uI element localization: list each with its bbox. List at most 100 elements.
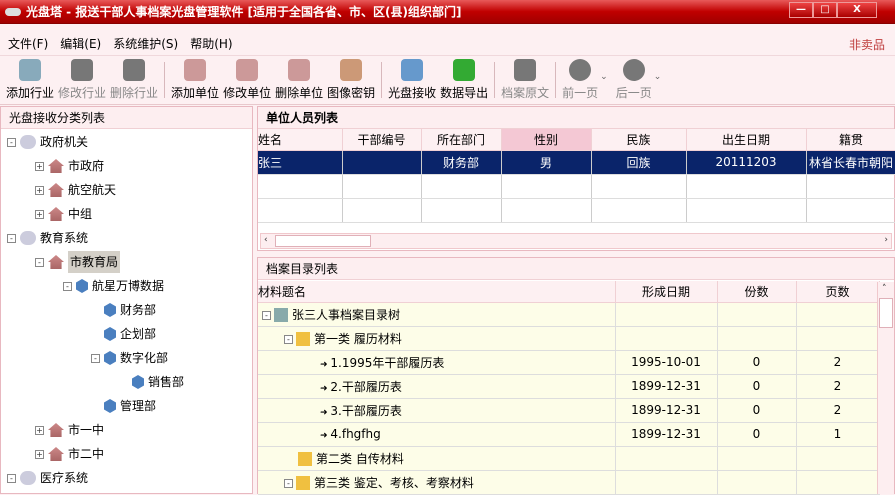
toolbar-separator <box>381 62 383 98</box>
archive-row[interactable]: - 第三类 鉴定、考核、考察材料 <box>258 470 880 495</box>
scroll-thumb[interactable] <box>879 298 893 328</box>
tree-node[interactable]: 销售部 <box>119 371 184 393</box>
menu-file[interactable]: 文件(F) <box>8 35 48 52</box>
column-header[interactable]: 性别 <box>501 129 592 151</box>
toolbar-button-7[interactable]: 图像密钥 <box>327 59 375 104</box>
toolbar-button-1[interactable]: 修改行业 <box>58 59 106 104</box>
dropdown-chevron-icon[interactable]: ⌄ <box>654 72 662 82</box>
column-header[interactable]: 姓名 <box>258 129 343 151</box>
archive-row[interactable]: ➜ 2.干部履历表 1899-12-31 0 2 <box>258 374 880 399</box>
archive-row[interactable]: ➜ 1.1995年干部履历表 1995-10-01 0 2 <box>258 350 880 375</box>
archive-name: 2.干部履历表 <box>330 379 402 394</box>
tree-node[interactable]: - 医疗系统 <box>7 467 88 489</box>
scroll-thumb[interactable] <box>275 235 371 247</box>
horizontal-scrollbar[interactable]: ‹ › <box>260 233 892 249</box>
column-header[interactable]: 干部编号 <box>342 129 422 151</box>
scroll-left-icon[interactable]: ‹ <box>264 235 268 245</box>
tree-node[interactable]: - 航星万博数据 <box>63 275 164 297</box>
close-button[interactable]: X <box>837 2 877 18</box>
collapse-icon[interactable]: - <box>7 137 16 147</box>
tree-node[interactable]: + 市二中 <box>35 443 104 465</box>
menu-help[interactable]: 帮助(H) <box>190 35 232 52</box>
toolbar-button-6[interactable]: 删除单位 <box>275 59 323 104</box>
toolbar-button-4[interactable]: 添加单位 <box>171 59 219 104</box>
folder-icon <box>296 332 310 346</box>
disc-receive-icon <box>401 59 424 81</box>
table-row-empty[interactable] <box>258 174 895 199</box>
table-row-empty[interactable] <box>258 198 895 223</box>
table-cell <box>806 198 895 223</box>
toolbar-separator <box>494 62 496 98</box>
expand-icon[interactable]: + <box>35 449 44 459</box>
table-row[interactable]: 张三 财务部男回族 20111203 林省长春市朝阳 <box>258 150 895 175</box>
collapse-icon[interactable]: - <box>91 353 100 363</box>
dropdown-chevron-icon[interactable]: ⌄ <box>600 72 608 82</box>
toolbar-button-14[interactable]: 前一页 <box>562 59 598 104</box>
tree-node[interactable]: + 中组 <box>35 203 92 225</box>
minimize-button[interactable]: — <box>789 2 813 18</box>
column-header[interactable]: 所在部门 <box>421 129 502 151</box>
archive-name: 第一类 履历材料 <box>314 331 402 346</box>
expand-icon[interactable]: + <box>35 185 44 195</box>
menu-system[interactable]: 系统维护(S) <box>113 35 178 52</box>
edit-unit-icon <box>236 59 259 81</box>
column-header[interactable]: 民族 <box>591 129 687 151</box>
collapse-icon[interactable]: - <box>7 233 16 243</box>
toolbar-button-9[interactable]: 光盘接收 <box>388 59 436 104</box>
toolbar-button-12[interactable]: 档案原文 <box>501 59 549 104</box>
title-bar: 光盘塔 - 报送干部人事档案光盘管理软件 [适用于全国各省、市、区(县)组织部门… <box>0 0 895 24</box>
archive-original-icon <box>514 59 537 81</box>
vertical-scrollbar[interactable]: ˄ <box>877 282 894 494</box>
archive-copies <box>717 326 797 351</box>
menu-edit[interactable]: 编辑(E) <box>60 35 101 52</box>
expand-icon[interactable]: + <box>35 425 44 435</box>
tree-node-label: 市政府 <box>68 159 105 173</box>
collapse-icon[interactable]: - <box>35 257 44 267</box>
add-unit-icon <box>184 59 207 81</box>
toolbar-button-5[interactable]: 修改单位 <box>223 59 271 104</box>
archive-row[interactable]: 第二类 自传材料 <box>258 446 880 471</box>
archive-row[interactable]: ➜ 4.fhgfhg 1899-12-31 0 1 <box>258 422 880 447</box>
expand-icon[interactable]: + <box>35 161 44 171</box>
tree-node-label: 教育系统 <box>40 231 89 245</box>
toolbar-button-0[interactable]: 添加行业 <box>6 59 54 104</box>
table-cell <box>258 174 343 199</box>
tree-node[interactable]: + 市政府 <box>35 155 104 177</box>
cloud-icon <box>20 471 36 485</box>
column-header[interactable]: 页数 <box>796 281 880 303</box>
collapse-icon[interactable]: - <box>262 310 271 320</box>
scroll-right-icon[interactable]: › <box>884 235 888 245</box>
column-header[interactable]: 出生日期 <box>686 129 807 151</box>
personnel-panel: 单位人员列表 姓名 干部编号 所在部门 性别 民族 出生日期 籍贯 张三 财务部男回族 20111… <box>257 106 895 251</box>
archive-pages <box>796 302 880 327</box>
toolbar-button-10[interactable]: 数据导出 <box>440 59 488 104</box>
tree-node[interactable]: - 市教育局 <box>35 251 121 273</box>
tree-node[interactable]: 财务部 <box>91 299 156 321</box>
column-header[interactable]: 籍贯 <box>806 129 895 151</box>
expand-icon[interactable]: + <box>35 209 44 219</box>
scroll-up-icon[interactable]: ˄ <box>882 284 887 294</box>
toolbar-button-2[interactable]: 删除行业 <box>110 59 158 104</box>
column-header[interactable]: 形成日期 <box>615 281 718 303</box>
tree-node-label: 管理部 <box>120 399 157 413</box>
personnel-table: 姓名 干部编号 所在部门 性别 民族 出生日期 籍贯 张三 财务部男回族 20111203 林省长春… <box>258 129 895 223</box>
tree-node[interactable]: - 数字化部 <box>91 347 168 369</box>
column-header[interactable]: 份数 <box>717 281 797 303</box>
collapse-icon[interactable]: - <box>284 478 293 488</box>
collapse-icon[interactable]: - <box>63 281 72 291</box>
tree-node[interactable]: 企划部 <box>91 323 156 345</box>
tree-node[interactable]: + 市一中 <box>35 419 104 441</box>
tree-node[interactable]: 管理部 <box>91 395 156 417</box>
column-header[interactable]: 材料题名 <box>258 281 616 303</box>
tree-node[interactable]: - 政府机关 <box>7 131 88 153</box>
archive-row[interactable]: ➜ 3.干部履历表 1899-12-31 0 2 <box>258 398 880 423</box>
archive-row[interactable]: - 张三人事档案目录树 <box>258 302 880 327</box>
tree-node[interactable]: - 教育系统 <box>7 227 88 249</box>
collapse-icon[interactable]: - <box>7 473 16 483</box>
archive-row[interactable]: - 第一类 履历材料 <box>258 326 880 351</box>
table-cell <box>591 198 687 223</box>
maximize-button[interactable]: □ <box>813 2 837 18</box>
toolbar-button-15[interactable]: 后一页 <box>616 59 652 104</box>
collapse-icon[interactable]: - <box>284 334 293 344</box>
tree-node[interactable]: + 航空航天 <box>35 179 116 201</box>
